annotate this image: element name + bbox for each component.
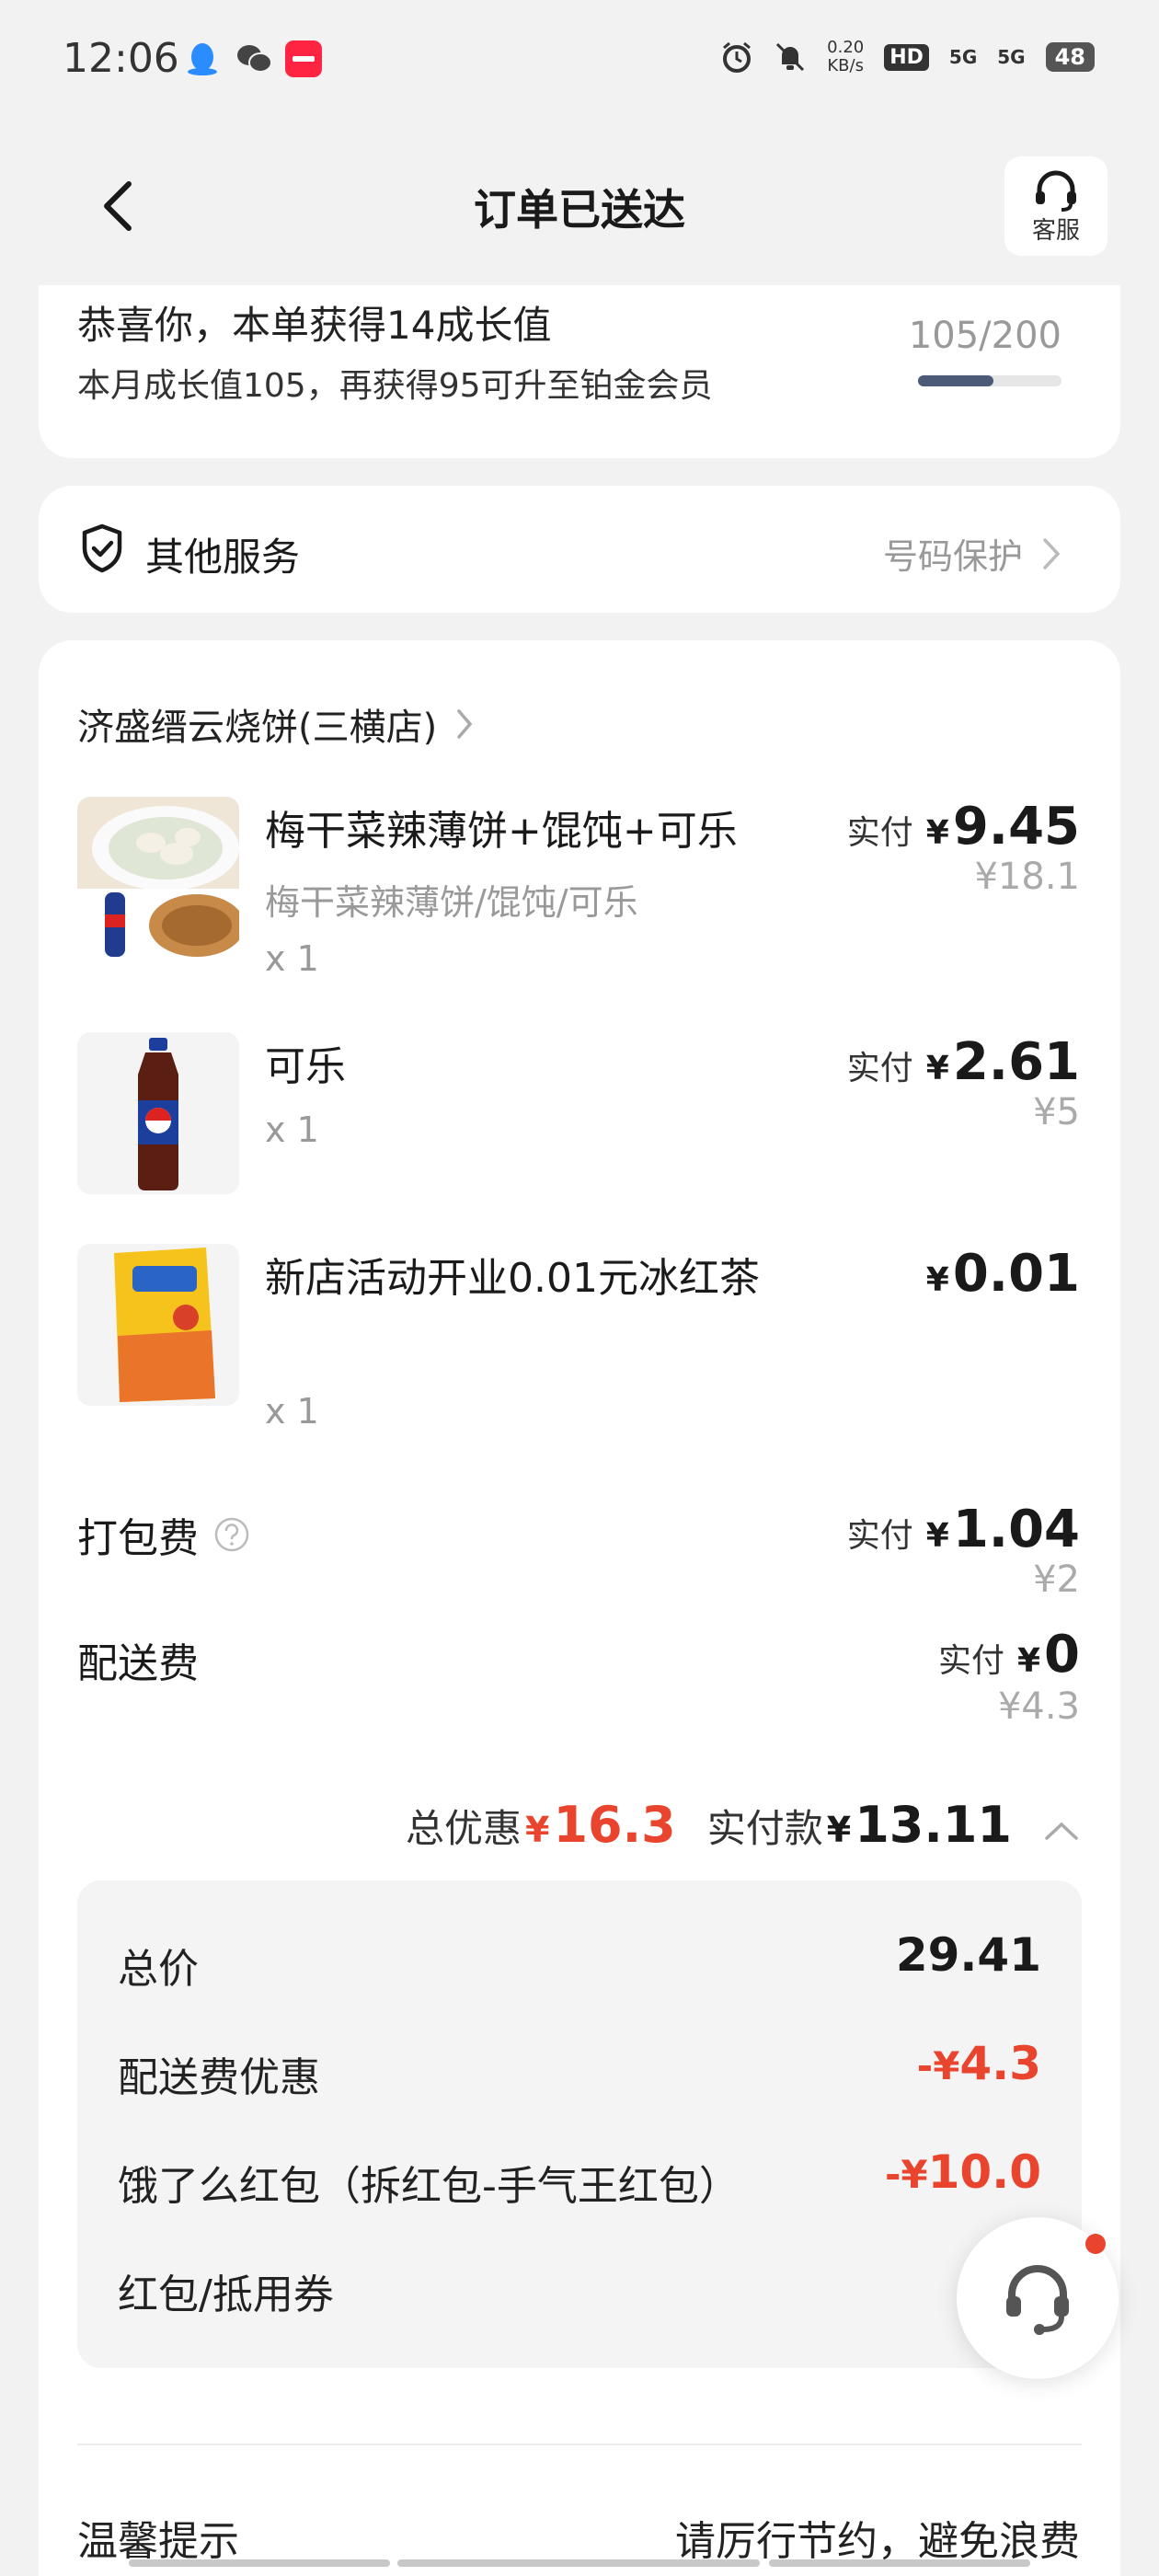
number-protection-label: 号码保护 [882,536,1023,577]
signal-5g-2: 5G [997,46,1026,68]
paid-amount-label: 实付款 [706,1806,823,1851]
total-price-label: 总价 [118,1946,199,1993]
number-protection-link[interactable]: 号码保护 [883,528,1061,579]
price-label: 实付 [937,1642,1004,1680]
mute-icon [776,42,805,72]
net-speed: 0.20 KB/s [827,39,864,75]
currency-symbol: ¥ [925,1261,949,1299]
item-original-price: ¥5 [1033,1091,1080,1133]
hd-badge: HD [884,43,929,71]
price-value: 2.61 [952,1032,1080,1092]
currency-symbol: ¥ [925,1050,949,1087]
item-qty: x 1 [265,1110,319,1150]
delivery-fee-label: 配送费 [77,1640,199,1687]
item-name: 可乐 [265,1043,346,1090]
shield-check-icon [82,523,122,573]
item-price: 实付 ¥ 9.45 [847,797,1080,857]
alarm-icon [723,41,752,73]
redpacket-value: -¥10.0 [885,2145,1041,2199]
delivery-discount-value: -¥4.3 [917,2037,1041,2090]
item-image-ice-tea[interactable] [77,1244,239,1406]
home-indicator [769,2559,1030,2567]
chevron-up-icon[interactable] [1043,1820,1080,1842]
item-name: 新店活动开业0.01元冰红茶 [265,1255,760,1302]
other-services-label: 其他服务 [145,535,301,580]
growth-progress-bar [918,375,1061,386]
price-label: 实付 [846,1517,913,1555]
notification-dot [1085,2234,1106,2254]
net-speed-unit: KB/s [827,56,864,75]
growth-progress-fill [918,375,993,386]
item-name: 梅干菜辣薄饼+馄饨+可乐 [265,808,738,855]
delivery-fee-price: 实付 ¥ 0 [938,1625,1080,1685]
price-value: 1.04 [952,1500,1080,1559]
currency-symbol: ¥ [1016,1642,1041,1680]
price-label: 实付 [846,1050,913,1087]
item-image-cola[interactable] [77,1032,239,1194]
item-qty: x 1 [265,1391,319,1432]
delivery-fee-row: 配送费 [77,1630,199,1689]
item-image-combo[interactable] [77,797,239,959]
delivery-discount-label: 配送费优惠 [118,2054,320,2101]
currency-symbol: ¥ [925,814,949,852]
wechat-icon [237,45,272,73]
price-value: 9.45 [952,797,1080,857]
help-question-icon[interactable] [213,1516,250,1553]
paid-amount-value: 13.11 [855,1796,1012,1854]
divider [77,2444,1082,2445]
coupon-label: 红包/抵用券 [118,2271,334,2318]
chevron-right-icon [1043,537,1061,569]
packing-fee-row: 打包费 [77,1505,250,1564]
store-link[interactable]: 济盛缙云烧饼(三横店) [77,697,474,751]
home-indicator [397,2559,760,2567]
chevron-right-icon [457,709,473,739]
currency-symbol: ¥ [525,1810,550,1850]
redpacket-amount: 10.0 [927,2145,1041,2199]
home-indicator [129,2559,390,2567]
total-price-value: 29.41 [895,1928,1041,1982]
delivery-fee-original: ¥4.3 [997,1685,1080,1728]
minus-currency: -¥ [884,2152,928,2197]
item-qty: x 1 [265,938,319,979]
headset-icon [1036,170,1076,212]
total-discount-label: 总优惠 [406,1806,522,1851]
growth-progress-text: 105/200 [908,315,1061,357]
delivery-discount-amount: 4.3 [959,2037,1041,2090]
status-time: 12:06 [63,35,179,82]
price-value: 0.01 [952,1244,1080,1304]
packing-fee-original: ¥2 [1033,1558,1080,1601]
redpacket-label: 饿了么红包（拆红包-手气王红包） [118,2163,740,2210]
page-title: 订单已送达 [474,185,685,235]
headset-icon [1006,2265,1069,2335]
total-discount-value: 16.3 [553,1796,676,1854]
item-price: 实付 ¥ 2.61 [847,1032,1080,1092]
status-indicators: 0.20 KB/s HD 5G 5G 48 [720,39,1095,75]
payment-summary[interactable]: 总优惠 ¥ 16.3 实付款 ¥ 13.11 [406,1796,1080,1854]
packing-fee-price: 实付 ¥ 1.04 [847,1500,1080,1559]
currency-symbol: ¥ [925,1517,949,1555]
tips-label: 温馨提示 [77,2518,239,2565]
currency-symbol: ¥ [826,1810,852,1850]
customer-service-label: 客服 [1031,217,1080,245]
xiaohongshu-icon [285,40,322,77]
item-price: ¥ 0.01 [926,1244,1080,1304]
item-spec: 梅干菜辣薄饼/馄饨/可乐 [265,882,638,923]
store-name: 济盛缙云烧饼(三横店) [77,707,438,749]
packing-fee-label: 打包费 [77,1515,199,1562]
price-label: 实付 [846,814,913,852]
qq-icon [188,43,217,75]
item-original-price: ¥18.1 [974,856,1080,898]
minus-currency: -¥ [916,2043,960,2088]
combo-food-image [77,797,239,959]
growth-subtitle: 本月成长值105，再获得95可升至铂金会员 [77,367,713,405]
ice-tea-image [77,1244,239,1406]
battery-indicator: 48 [1045,42,1095,72]
growth-title: 恭喜你，本单获得14成长值 [77,303,552,348]
price-value: 0 [1044,1625,1080,1685]
customer-service-button[interactable]: 客服 [1004,156,1107,256]
signal-5g-1: 5G [948,46,978,68]
tips-text: 请厉行节约，避免浪费 [675,2518,1080,2565]
cola-bottle-image [77,1032,239,1194]
net-speed-value: 0.20 [827,38,865,57]
